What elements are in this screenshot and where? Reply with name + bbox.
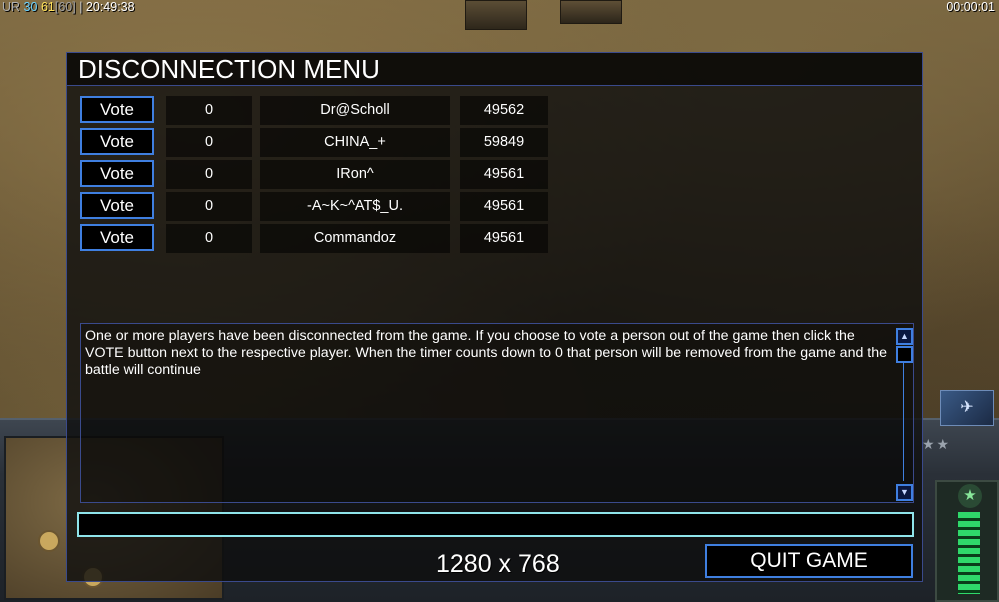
hud-value-61: 61 <box>40 0 55 14</box>
hud-value-60: [60] <box>54 0 76 14</box>
power-meter <box>958 512 980 594</box>
hud-value-30: 30 <box>23 0 38 14</box>
vote-button[interactable]: Vote <box>80 96 154 123</box>
player-name: IRon^ <box>260 160 450 189</box>
scroll-down-icon[interactable]: ▼ <box>896 484 913 501</box>
scroll-thumb[interactable] <box>896 346 913 363</box>
scroll-track-line <box>903 363 904 481</box>
minimap-marker-icon <box>38 530 60 552</box>
vote-button[interactable]: Vote <box>80 160 154 187</box>
hud-separator: | <box>79 0 83 14</box>
player-id: 49561 <box>460 160 548 189</box>
player-name: CHINA_+ <box>260 128 450 157</box>
hud-label-ur: UR <box>2 0 21 14</box>
vote-count: 0 <box>166 160 252 189</box>
hud-stats: UR 30 61[60] | 20:49:38 <box>2 0 135 14</box>
player-name: Commandoz <box>260 224 450 253</box>
vote-count: 0 <box>166 192 252 221</box>
player-id: 49561 <box>460 192 548 221</box>
message-text: One or more players have been disconnect… <box>85 328 888 378</box>
building <box>560 0 622 24</box>
dialog-title: DISCONNECTION MENU <box>78 54 380 84</box>
dialog-title-bar: DISCONNECTION MENU <box>67 53 922 86</box>
vote-button[interactable]: Vote <box>80 192 154 219</box>
disconnection-dialog: DISCONNECTION MENU Vote 0 Dr@Scholl 4956… <box>66 52 923 582</box>
chat-input[interactable] <box>77 512 914 537</box>
hud-clock: 20:49:38 <box>85 0 135 14</box>
scroll-up-icon[interactable]: ▲ <box>896 328 913 345</box>
vote-button[interactable]: Vote <box>80 224 154 251</box>
message-box: One or more players have been disconnect… <box>80 323 914 503</box>
player-id: 59849 <box>460 128 548 157</box>
player-name: Dr@Scholl <box>260 96 450 125</box>
player-id: 49562 <box>460 96 548 125</box>
satellite-icon[interactable]: ✈ <box>940 390 994 426</box>
player-id: 49561 <box>460 224 548 253</box>
game-timer: 00:00:01 <box>946 0 995 14</box>
vote-count: 0 <box>166 128 252 157</box>
vote-button[interactable]: Vote <box>80 128 154 155</box>
rank-stars-icon: ★★ <box>922 436 952 452</box>
building <box>465 0 527 30</box>
vote-count: 0 <box>166 96 252 125</box>
quit-game-button[interactable]: QUIT GAME <box>705 544 913 578</box>
radar-star-icon: ★ <box>958 484 982 508</box>
player-name: -A~K~^AT$_U. <box>260 192 450 221</box>
vote-count: 0 <box>166 224 252 253</box>
resolution-overlay: 1280 x 768 <box>436 550 560 578</box>
scrollbar[interactable]: ▲ ▼ <box>896 328 913 501</box>
